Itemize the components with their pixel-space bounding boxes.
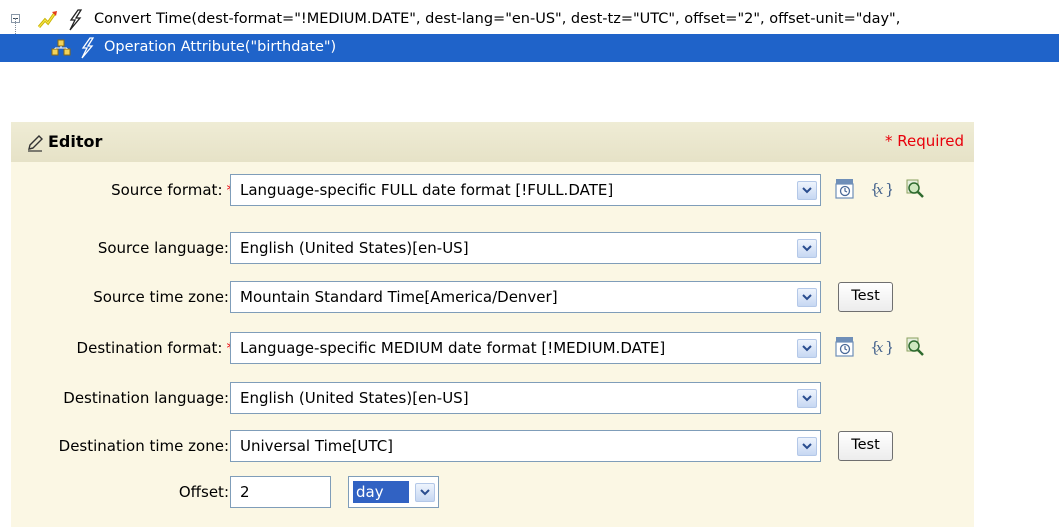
selected-option: day (353, 481, 409, 503)
offset-value: 2 (240, 483, 250, 501)
dropdown-arrow-icon[interactable] (797, 288, 817, 307)
source-timezone-select[interactable]: Mountain Standard Time[America/Denver] (230, 281, 821, 313)
select-value: English (United States)[en-US] (240, 239, 469, 257)
select-value: Language-specific FULL date format [!FUL… (240, 181, 614, 199)
dropdown-arrow-icon[interactable] (797, 239, 817, 258)
destination-language-label: Destination language: (63, 389, 229, 407)
destination-format-select[interactable]: Language-specific MEDIUM date format [!M… (230, 332, 821, 364)
pencil-icon (28, 135, 43, 152)
offset-unit-select[interactable]: day (348, 476, 439, 508)
dropdown-arrow-icon[interactable] (797, 389, 817, 408)
token-bolt-icon (81, 37, 95, 59)
destination-timezone-label: Destination time zone: (58, 437, 229, 455)
source-language-select[interactable]: English (United States)[en-US] (230, 232, 821, 264)
policy-tree: Convert Time(dest-format="!MEDIUM.DATE",… (0, 0, 1059, 80)
date-time-picker-icon[interactable] (834, 177, 856, 201)
editor-header: Editor * Required (11, 122, 974, 162)
destination-timezone-row: Destination time zone: Universal Time[UT… (11, 430, 974, 464)
offset-label: Offset: (178, 483, 229, 501)
dropdown-arrow-icon[interactable] (415, 483, 435, 502)
token-bolt-icon (69, 9, 83, 31)
destination-format-label: Destination format:* (77, 339, 234, 357)
offset-input[interactable]: 2 (230, 476, 331, 508)
svg-text:}: } (885, 180, 892, 198)
test-button[interactable]: Test (838, 431, 893, 461)
svg-text:}: } (885, 338, 892, 356)
required-note: * Required (884, 132, 964, 150)
tree-node-label: Operation Attribute("birthdate") (104, 39, 337, 55)
select-value: Universal Time[UTC] (240, 437, 394, 455)
search-lookup-icon[interactable] (904, 335, 926, 359)
source-format-select[interactable]: Language-specific FULL date format [!FUL… (230, 174, 821, 206)
source-timezone-label: Source time zone: (93, 288, 229, 306)
svg-text:x: x (876, 341, 884, 356)
search-lookup-icon[interactable] (904, 177, 926, 201)
select-value: English (United States)[en-US] (240, 389, 469, 407)
source-language-label: Source language: (97, 239, 229, 257)
editor-title: Editor (48, 132, 103, 151)
source-format-label: Source format:* (111, 181, 234, 199)
select-value: Mountain Standard Time[America/Denver] (240, 288, 558, 306)
variable-icon[interactable]: { x } (870, 177, 892, 201)
test-button[interactable]: Test (838, 282, 893, 312)
destination-timezone-select[interactable]: Universal Time[UTC] (230, 430, 821, 462)
source-timezone-row: Source time zone: Mountain Standard Time… (11, 281, 974, 315)
offset-unit-value: day (356, 483, 384, 501)
tree-node-convert-time[interactable]: Convert Time(dest-format="!MEDIUM.DATE",… (0, 8, 1059, 32)
dropdown-arrow-icon[interactable] (797, 437, 817, 456)
select-value: Language-specific MEDIUM date format [!M… (240, 339, 666, 357)
dropdown-arrow-icon[interactable] (797, 339, 817, 358)
source-language-row: Source language: English (United States)… (11, 232, 974, 266)
editor-panel: Editor * Required Source format:* Langua… (11, 122, 974, 527)
destination-format-row: Destination format:* Language-specific M… (11, 332, 974, 366)
dropdown-arrow-icon[interactable] (797, 181, 817, 200)
destination-language-row: Destination language: English (United St… (11, 382, 974, 416)
date-time-picker-icon[interactable] (834, 335, 856, 359)
source-format-row: Source format:* Language-specific FULL d… (11, 174, 974, 208)
svg-text:x: x (876, 183, 884, 198)
attribute-icon (51, 39, 71, 56)
tree-node-operation-attribute[interactable]: Operation Attribute("birthdate") (0, 34, 1059, 62)
variable-icon[interactable]: { x } (870, 335, 892, 359)
rule-action-icon (37, 11, 57, 28)
offset-row: Offset: 2 day (11, 476, 974, 510)
destination-language-select[interactable]: English (United States)[en-US] (230, 382, 821, 414)
tree-node-label: Convert Time(dest-format="!MEDIUM.DATE",… (94, 11, 901, 27)
